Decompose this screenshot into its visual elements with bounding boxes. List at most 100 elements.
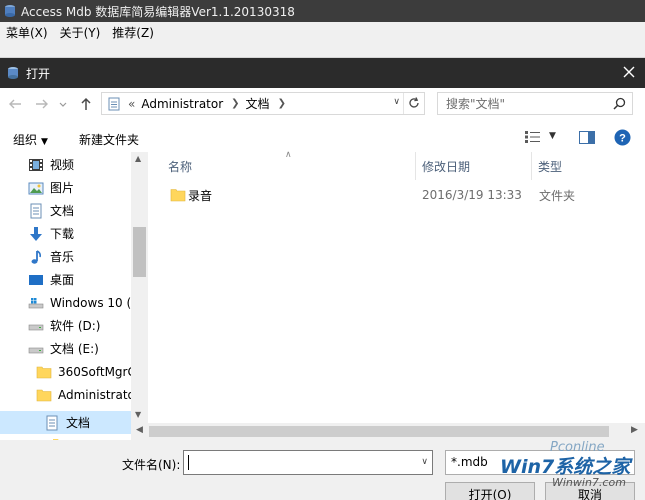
nav-item-documents-selected[interactable]: 文档 [0,411,131,434]
nav-item-folder-administrator[interactable]: Administrator [0,383,131,406]
app-title: Access Mdb 数据库简易编辑器Ver1.1.20130318 [21,4,295,19]
nav-item-drive-c[interactable]: Windows 10 (C [0,291,131,314]
nav-item-label: 音乐 [50,250,75,264]
address-bar[interactable]: « Administrator ❯ 文档 ❯ ∨ [101,92,425,115]
nav-item-drive-d[interactable]: 软件 (D:) [0,314,131,337]
nav-item-folder-360softmgr[interactable]: 360SoftMgrG [0,360,131,383]
scroll-right-icon[interactable]: ▶ [631,425,638,435]
horizontal-scrollbar-thumb[interactable] [149,426,609,437]
help-icon[interactable]: ? [614,129,631,146]
nav-item-videos[interactable]: 视频 [0,153,131,176]
nav-item-label: 下载 [50,227,75,241]
drive-icon [28,324,44,330]
nav-item-label: 软件 (D:) [50,319,101,333]
close-icon[interactable] [622,65,636,79]
column-header-date[interactable]: 修改日期 [422,152,470,180]
filename-label: 文件名(N): [122,458,181,472]
file-type-filter-value: *.mdb [451,455,488,469]
windows-drive-icon [28,297,44,308]
document-location-icon [108,97,120,110]
chevron-down-icon: ▼ [41,137,48,147]
nav-item-documents[interactable]: 文档 [0,199,131,222]
address-divider [403,93,404,114]
search-placeholder: 搜索"文档" [446,97,506,111]
address-overflow-chevron[interactable]: « [128,97,135,111]
nav-item-label: 文档 [50,204,75,218]
nav-scrollbar[interactable]: ▲ ▼ [131,152,148,440]
navigation-pane: 视频 图片 文档 下载 音乐 桌面 Windows 10 (C 软件 (D:) … [0,152,148,440]
scroll-left-icon[interactable]: ◀ [136,425,143,435]
nav-item-label: 视频 [50,158,75,172]
watermark: Pconline Win7系统之家 Winwin7.com [488,440,645,500]
nav-item-label: 桌面 [50,273,75,287]
preview-pane-icon[interactable] [579,131,595,144]
refresh-icon[interactable] [407,96,421,110]
app-title-bar: Access Mdb 数据库简易编辑器Ver1.1.20130318 [0,0,645,22]
view-options-icon[interactable] [525,131,541,143]
nav-item-label: 360SoftMgrG [58,364,131,379]
back-arrow-icon[interactable] [7,96,23,112]
up-arrow-icon[interactable] [78,96,94,112]
download-icon [30,226,42,241]
search-box[interactable]: 搜索"文档" [437,92,633,115]
address-dropdown-icon[interactable]: ∨ [393,97,400,107]
desktop-icon [29,274,43,285]
menu-item-recommend[interactable]: 推荐(Z) [108,24,158,41]
music-icon [31,249,41,264]
nav-item-drive-e[interactable]: 文档 (E:) [0,337,131,360]
recent-locations-icon[interactable] [58,96,68,112]
text-caret [188,455,189,470]
documents-icon [30,203,42,218]
horizontal-scrollbar[interactable]: ◀ ▶ [131,423,645,440]
folder-icon [36,389,52,401]
column-divider[interactable] [415,152,416,180]
breadcrumb-administrator[interactable]: Administrator [141,97,223,111]
column-divider[interactable] [531,152,532,180]
file-date: 2016/3/19 13:33 [422,188,522,202]
column-header-type[interactable]: 类型 [538,152,562,180]
drive-icon [28,347,44,353]
chevron-down-icon[interactable]: ∨ [421,457,428,467]
nav-item-label: 图片 [50,181,75,195]
folder-icon [170,189,186,202]
breadcrumb-documents[interactable]: 文档 [246,95,270,112]
breadcrumb-separator-icon[interactable]: ❯ [278,98,286,109]
breadcrumb-separator-icon[interactable]: ❯ [231,98,239,109]
app-toolbar-strip [0,43,645,58]
search-icon[interactable] [613,97,626,110]
command-bar: 组织 ▼ 新建文件夹 ▼ ? [0,122,645,152]
dialog-title: 打开 [26,66,51,81]
app-db-icon [5,5,15,17]
organize-button[interactable]: 组织 ▼ [13,131,48,148]
sort-ascending-icon: ∧ [285,150,292,160]
menu-item-about[interactable]: 关于(Y) [56,24,105,41]
view-dropdown-icon[interactable]: ▼ [549,131,556,141]
nav-item-downloads[interactable]: 下载 [0,222,131,245]
scroll-down-icon[interactable]: ▼ [135,410,141,419]
video-icon [29,158,43,171]
pictures-icon [28,182,44,194]
file-type: 文件夹 [539,188,576,203]
nav-item-music[interactable]: 音乐 [0,245,131,268]
file-name: 录音 [188,188,213,203]
forward-arrow-icon[interactable] [34,96,50,112]
scroll-up-icon[interactable]: ▲ [135,154,141,163]
column-header-name[interactable]: 名称 [168,152,192,180]
dialog-title-bar: 打开 [0,58,645,88]
menu-item-menu[interactable]: 菜单(X) [2,24,52,41]
file-list: ∧ 名称 修改日期 类型 录音 2016/3/19 13:33 文件夹 [148,150,645,440]
nav-item-label: 文档 [66,416,91,430]
watermark-line-3: Winwin7.com [552,476,626,489]
nav-item-label: Administrator [58,387,131,402]
organize-label: 组织 [13,133,38,147]
watermark-line-2: Win7系统之家 [500,456,631,478]
documents-icon [46,415,58,430]
svg-text:?: ? [619,133,626,145]
nav-scrollbar-thumb[interactable] [133,227,146,277]
nav-item-desktop[interactable]: 桌面 [0,268,131,291]
filename-input[interactable]: ∨ [183,450,433,475]
dialog-app-icon [8,67,18,79]
nav-item-pictures[interactable]: 图片 [0,176,131,199]
new-folder-button[interactable]: 新建文件夹 [79,131,139,148]
file-row[interactable]: 录音 2016/3/19 13:33 文件夹 [166,183,636,207]
